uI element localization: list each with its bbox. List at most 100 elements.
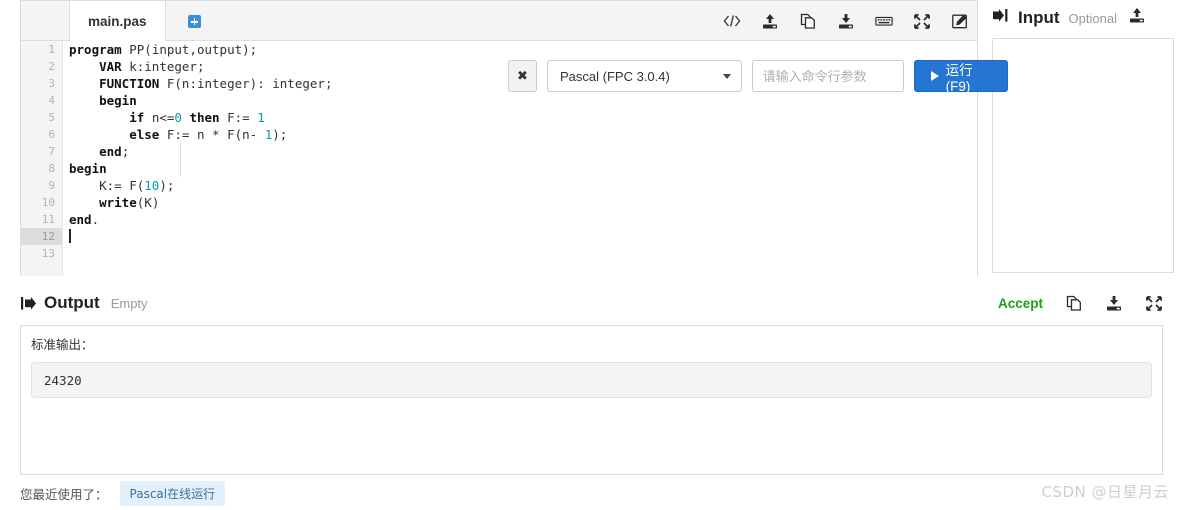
output-state-badge: Empty [110,295,148,311]
footer-recent: 您最近使用了： Pascal在线运行 [20,480,226,506]
code-text: integer [196,76,250,91]
fullscreen-icon[interactable] [913,12,931,30]
arrow-out-of-box-icon [20,296,37,311]
plus-square-icon[interactable] [188,15,201,28]
language-select[interactable]: Pascal (FPC 3.0.4) [547,60,742,92]
code-keyword: end [99,144,122,159]
download-icon[interactable] [1105,294,1123,312]
upload-icon[interactable] [761,12,779,30]
copy-icon[interactable] [799,12,817,30]
download-icon[interactable] [837,12,855,30]
chevron-down-icon [722,74,731,79]
code-text: := [234,110,258,125]
code-text: n [196,127,205,142]
line-number: 9 [48,179,55,192]
editor-tabbar: main.pas [21,1,977,41]
line-number: 5 [48,111,55,124]
code-text: integer [144,59,197,74]
code-keyword: if [129,110,145,125]
close-icon[interactable]: ✖ [508,60,538,92]
run-button[interactable]: 运行(F9) [913,60,1008,94]
recent-chip-pascal[interactable]: Pascal在线运行 [119,480,226,506]
language-value: Pascal (FPC 3.0.4) [560,68,670,84]
code-line: else F:= n * F(n- 1); [63,126,977,143]
code-text: PP [129,42,145,57]
line-number: 2 [48,60,55,73]
edit-icon[interactable] [951,12,969,30]
arrow-into-box-icon [992,8,1009,28]
keyboard-icon[interactable] [875,12,893,30]
tab-main-pas[interactable]: main.pas [69,1,166,41]
code-text: <= [159,110,175,125]
code-keyword: then [189,110,220,125]
code-text: input [151,42,190,57]
code-line: program PP(input,output); [63,41,977,58]
stdout-label: 标准输出： [31,337,94,352]
code-brackets-icon[interactable] [723,12,741,30]
code-keyword: write [99,195,137,210]
output-body: 标准输出： 24320 [20,325,1163,475]
code-text: , [189,42,197,57]
code-keyword: program [69,42,122,57]
line-number-gutter: 1 2 3 4 5 6 7 8 9 10 11 12 13 [21,41,63,276]
line-number: 10 [41,196,55,209]
code-text: * [204,127,228,142]
tab-label: main.pas [88,13,147,29]
code-text: ( [234,127,243,142]
code-number: 10 [144,178,160,193]
code-text: := [106,178,130,193]
code-text: K [144,195,152,210]
code-text: := [174,127,197,142]
command-args-input[interactable] [751,60,904,92]
code-text: ); [272,127,288,142]
recent-label: 您最近使用了： [20,486,108,502]
code-keyword: else [129,127,160,142]
code-text: F [129,178,137,193]
code-text: ); [242,42,258,57]
code-line: write(K) [63,194,977,211]
editor-pane: main.pas 1 2 3 4 5 6 7 8 9 10 11 12 13 p… [20,0,1008,276]
code-text: K [99,178,107,193]
code-text: ): [249,76,273,91]
code-text: ; [196,59,205,74]
input-header: Input Optional [990,0,1183,36]
stdout-value: 24320 [31,362,1152,398]
code-keyword: FUNCTION [99,76,160,91]
accept-status[interactable]: Accept [998,296,1043,311]
code-text: ) [151,195,160,210]
run-controls: ✖ Pascal (FPC 3.0.4) 运行(F9) [508,60,1008,94]
code-number: 1 [257,110,265,125]
code-text: : [189,76,197,91]
output-actions: Accept [998,294,1163,312]
code-line: if n<=0 then F:= 1 [63,109,977,126]
code-text: output [196,42,243,57]
code-line: begin [63,92,977,109]
fullscreen-icon[interactable] [1145,294,1163,312]
output-header: Output Empty Accept [20,288,1163,318]
editor-toolbar [723,1,969,41]
top-row: main.pas 1 2 3 4 5 6 7 8 9 10 11 12 13 p… [0,0,1183,278]
upload-icon[interactable] [1128,7,1146,29]
code-text: ; [121,144,130,159]
input-pane: Input Optional [990,0,1183,278]
input-optional-label: Optional [1068,10,1117,26]
code-keyword: end [69,212,92,227]
line-number: 3 [48,77,55,90]
stdin-input[interactable] [992,38,1174,273]
code-number: 0 [174,110,182,125]
code-text: ( [174,76,182,91]
copy-icon[interactable] [1065,294,1083,312]
code-text: ( [144,42,152,57]
line-number: 7 [48,145,55,158]
watermark: CSDN @日星月云 [1041,483,1169,501]
run-label: 运行(F9) [945,62,973,94]
output-title: Output [44,293,100,312]
code-line: K:= F(10); [63,177,977,194]
